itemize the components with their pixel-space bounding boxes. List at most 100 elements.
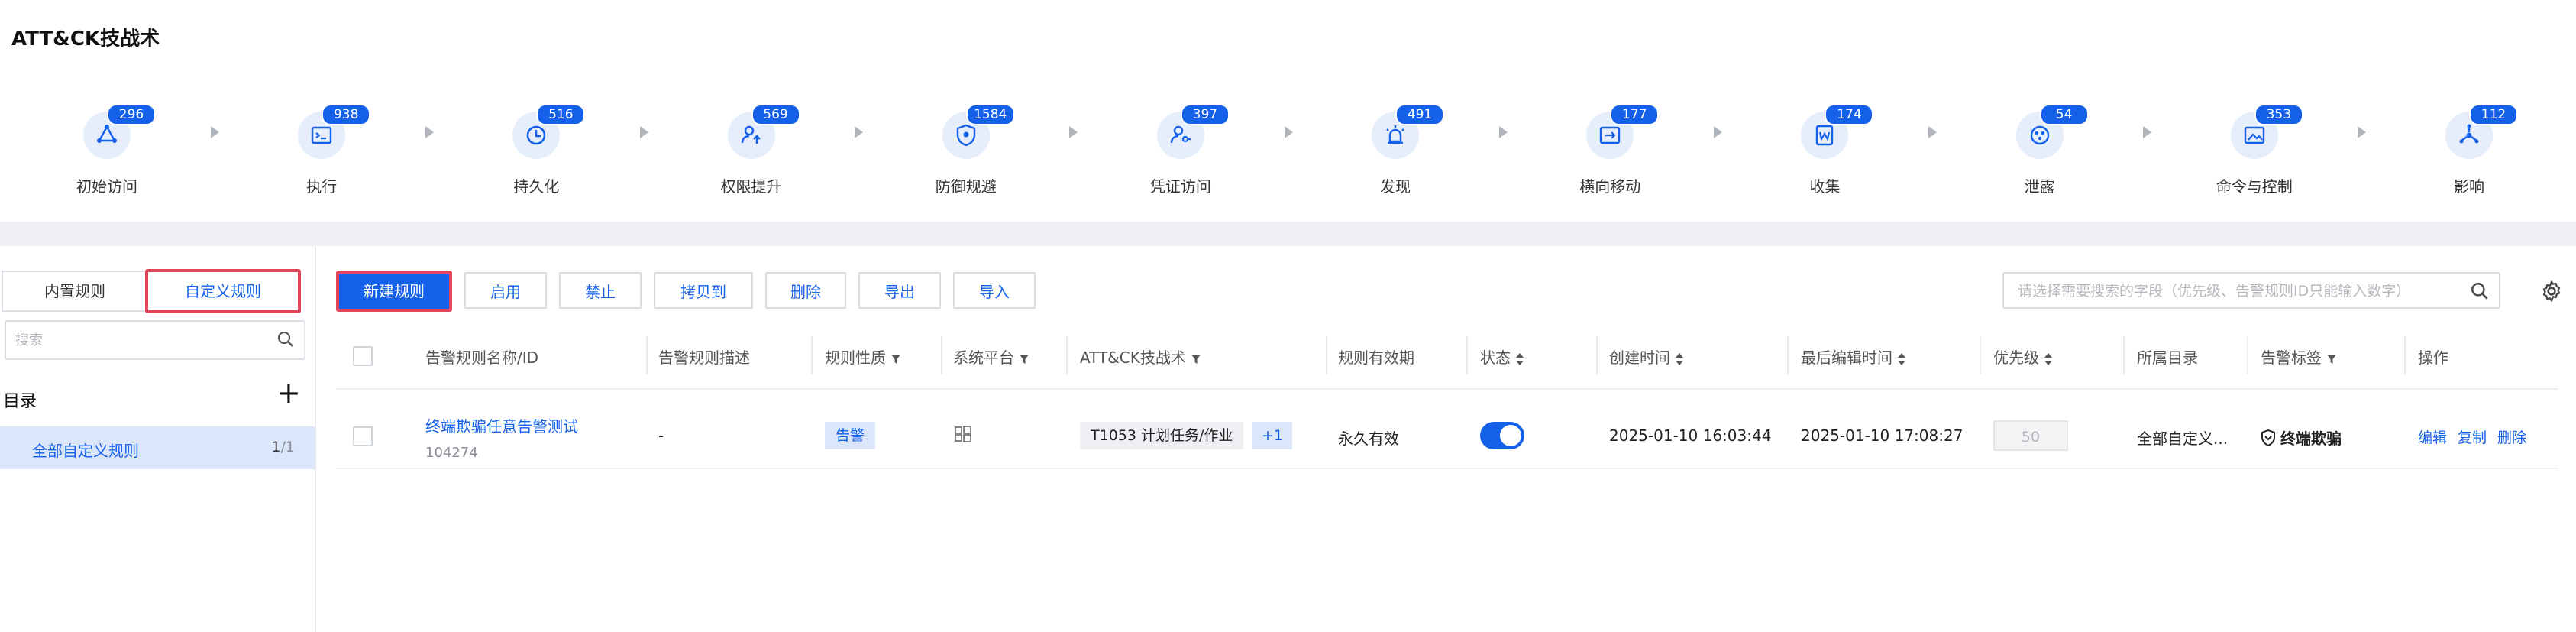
delete-link[interactable]: 删除 (2497, 426, 2526, 447)
header-priority: 优先级 (1993, 345, 2053, 368)
tactic-item[interactable]: 54 泄露 (1964, 104, 2116, 203)
header-tactic-label: ATT&CK技战术 (1080, 348, 1186, 367)
header-tag-label: 告警标签 (2261, 348, 2322, 367)
tactic-label: 影响 (2454, 177, 2484, 196)
tactic-count-badge: 938 (322, 104, 371, 125)
user-up-icon (741, 125, 761, 144)
header-platform-label: 系统平台 (953, 348, 1014, 367)
tactic-item[interactable]: 491 发现 (1319, 104, 1472, 203)
rule-name-link[interactable]: 终端欺骗任意告警测试 (425, 414, 578, 436)
edit-link[interactable]: 编辑 (2418, 426, 2447, 447)
tactic-count-badge: 516 (536, 104, 586, 125)
column-divider (646, 336, 648, 374)
disable-button[interactable]: 禁止 (559, 272, 642, 309)
tactic-item[interactable]: 177 横向移动 (1534, 104, 1686, 203)
windows-icon (955, 426, 971, 442)
tactic-item[interactable]: 353 命令与控制 (2178, 104, 2331, 203)
directory-item-all-custom[interactable]: 全部自定义规则 1/1 (0, 426, 315, 469)
priority-input[interactable]: 50 (1993, 420, 2068, 451)
rule-category: 全部自定义... (2137, 429, 2229, 448)
header-ops-label: 操作 (2418, 348, 2448, 367)
new-rule-button[interactable]: 新建规则 (336, 271, 452, 312)
toggle-knob (1500, 425, 1521, 446)
tactic-label: 执行 (306, 177, 338, 196)
tactic-item[interactable]: 938 执行 (245, 104, 398, 203)
chevron-right-icon (1713, 126, 1722, 138)
lateral-move-icon (1600, 126, 1621, 144)
status-toggle[interactable] (1480, 422, 1524, 449)
filter-icon[interactable] (2326, 354, 2337, 365)
export-button[interactable]: 导出 (858, 272, 941, 309)
sort-icon[interactable] (1897, 352, 1906, 366)
header-category: 所属目录 (2137, 345, 2198, 368)
tactic-label: 初始访问 (76, 177, 137, 196)
network-triangle-icon (97, 125, 117, 143)
sort-icon[interactable] (1515, 352, 1524, 366)
header-priority-label: 优先级 (1993, 348, 2039, 367)
tactic-item[interactable]: 112 影响 (2393, 104, 2545, 203)
gear-icon[interactable] (2540, 280, 2563, 303)
filter-icon[interactable] (1019, 354, 1029, 365)
tactic-item[interactable]: 1584 防御规避 (890, 104, 1042, 203)
tactic-label: 命令与控制 (2216, 177, 2293, 196)
chevron-right-icon (1284, 126, 1293, 138)
select-all-checkbox[interactable] (353, 346, 373, 366)
filter-icon[interactable] (1191, 354, 1201, 365)
chevron-right-icon (1928, 126, 1938, 138)
chevron-right-icon (1069, 126, 1078, 138)
tactic-item[interactable]: 174 收集 (1748, 104, 1901, 203)
tab-builtin-rules[interactable]: 内置规则 (2, 271, 148, 312)
row-checkbox[interactable] (353, 426, 373, 446)
shield-icon (2261, 429, 2275, 447)
tactic-item[interactable]: 516 持久化 (460, 104, 612, 203)
user-key-icon (1170, 125, 1191, 144)
copy-link[interactable]: 复制 (2458, 426, 2487, 447)
column-divider (1066, 336, 1068, 374)
chevron-right-icon (855, 126, 864, 138)
column-divider (1326, 336, 1327, 374)
tactic-count-badge: 491 (1395, 104, 1445, 125)
table-search[interactable] (2002, 272, 2500, 309)
page-title: ATT&CK技战术 (11, 28, 160, 50)
tactic-tag: T1053 计划任务/作业 (1080, 422, 1244, 449)
tactic-item[interactable]: 296 初始访问 (31, 104, 183, 203)
directory-item-count: 1/1 (271, 439, 295, 455)
directory-search[interactable] (5, 320, 305, 360)
header-status-label: 状态 (1480, 348, 1511, 367)
header-edited: 最后编辑时间 (1801, 345, 1906, 368)
tactic-count-badge: 112 (2469, 104, 2518, 125)
shield-eye-icon (956, 124, 975, 147)
terminal-icon (311, 126, 332, 144)
column-divider (2404, 336, 2406, 374)
enable-button[interactable]: 启用 (464, 272, 547, 309)
tab-custom-rules[interactable]: 自定义规则 (145, 269, 301, 313)
sort-icon[interactable] (2044, 352, 2053, 366)
search-icon[interactable] (276, 330, 295, 348)
header-status: 状态 (1480, 345, 1524, 368)
tactic-label: 收集 (1809, 177, 1841, 196)
copy-to-button[interactable]: 拷贝到 (654, 272, 753, 309)
tactic-label: 持久化 (513, 177, 560, 196)
exfil-icon (2030, 125, 2049, 145)
rule-validity: 永久有效 (1338, 429, 1399, 448)
tactic-more-tag[interactable]: +1 (1252, 422, 1293, 449)
tactic-label: 泄露 (2024, 177, 2055, 196)
table-search-input[interactable] (2016, 278, 2462, 304)
header-created-label: 创建时间 (1609, 348, 1670, 367)
tactic-item[interactable]: 397 凭证访问 (1104, 104, 1257, 203)
tactic-item[interactable]: 569 权限提升 (675, 104, 828, 203)
sort-icon[interactable] (1675, 352, 1684, 366)
tactic-label: 横向移动 (1579, 177, 1641, 196)
tactic-count-badge: 397 (1180, 104, 1230, 125)
directory-search-input[interactable] (14, 326, 261, 354)
header-rule-desc-label: 告警规则描述 (658, 348, 750, 367)
image-control-icon (2244, 126, 2265, 144)
delete-button[interactable]: 删除 (765, 272, 846, 309)
search-icon[interactable] (2470, 281, 2490, 301)
filter-icon[interactable] (890, 354, 901, 365)
import-button[interactable]: 导入 (953, 272, 1036, 309)
column-divider (1980, 336, 1981, 374)
document-icon (1816, 125, 1834, 146)
impact-icon (2459, 124, 2479, 144)
add-directory-button[interactable]: + (276, 378, 301, 408)
